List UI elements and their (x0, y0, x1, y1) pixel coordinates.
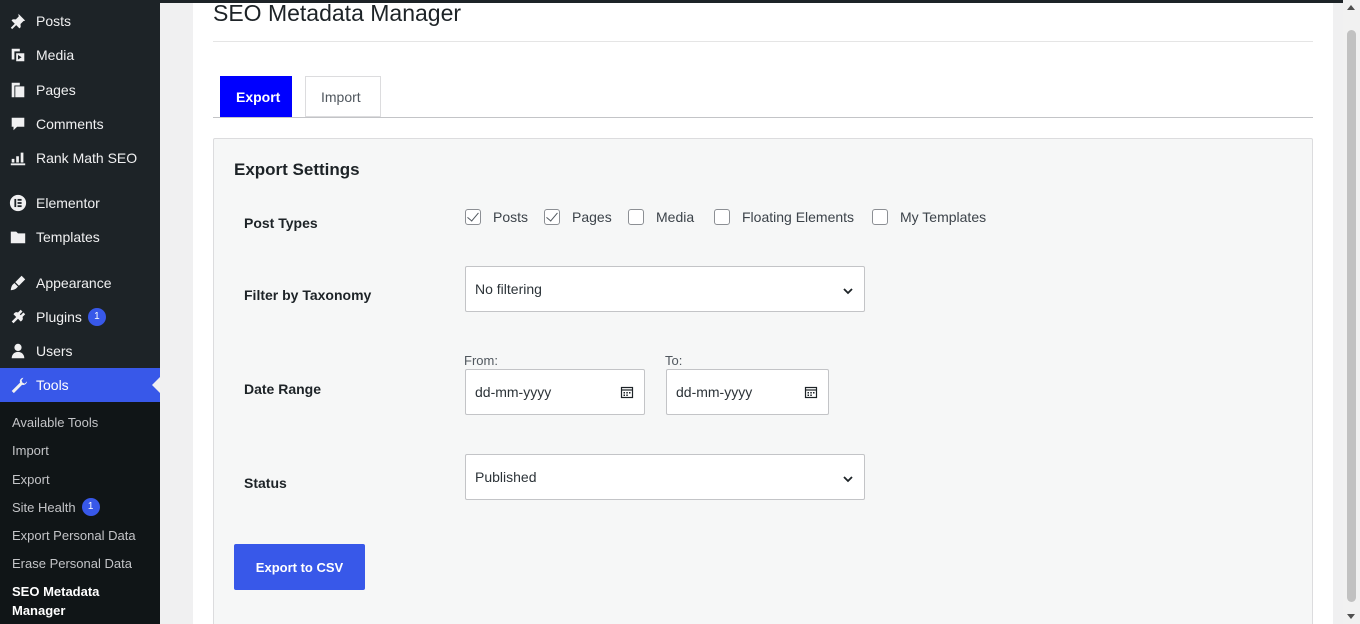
calendar-icon[interactable] (620, 385, 634, 399)
checkbox-posts[interactable]: Posts (465, 209, 528, 225)
sidebar-item-label: Appearance (36, 275, 112, 291)
submenu-available-tools[interactable]: Available Tools (12, 415, 98, 430)
export-to-csv-button[interactable]: Export to CSV (234, 544, 365, 590)
elementor-icon (8, 193, 28, 213)
plugins-count-badge: 1 (87, 308, 106, 326)
taxonomy-label: Filter by Taxonomy (244, 287, 372, 303)
chevron-down-icon (842, 284, 854, 296)
window-scrollbar[interactable] (1343, 0, 1360, 624)
sidebar-item-label: Elementor (36, 195, 100, 211)
checkbox-pages[interactable]: Pages (544, 209, 612, 225)
status-label: Status (244, 475, 287, 491)
scroll-down-arrow-icon[interactable] (1347, 614, 1355, 619)
taxonomy-value: No filtering (475, 281, 542, 297)
sidebar-item-label: Plugins (36, 309, 82, 325)
panel-title: Export Settings (234, 160, 360, 179)
submenu-export[interactable]: Export (12, 472, 50, 487)
submenu-seo-metadata-manager[interactable]: SEO Metadata Manager (12, 582, 142, 620)
top-border (0, 0, 1343, 3)
date-from-placeholder: dd-mm-yyyy (475, 384, 552, 400)
checkbox-box[interactable] (714, 209, 730, 225)
scroll-thumb[interactable] (1347, 30, 1356, 602)
post-types-label: Post Types (244, 215, 318, 231)
sidebar-item-label: Tools (36, 377, 69, 393)
page-title: SEO Metadata Manager (213, 0, 462, 26)
submenu-erase-personal-data[interactable]: Erase Personal Data (12, 556, 132, 571)
date-to-input[interactable]: dd-mm-yyyy (666, 369, 829, 415)
plugin-icon (8, 307, 28, 327)
sidebar-item-label: Media (36, 47, 75, 63)
submenu-site-health[interactable]: Site Health 1 (12, 498, 100, 516)
status-select[interactable]: Published (465, 454, 865, 500)
checkbox-label: Media (656, 209, 695, 225)
sidebar-item-label: Templates (36, 229, 100, 245)
sidebar-item-label: Users (36, 343, 73, 359)
checkbox-media[interactable]: Media (628, 209, 694, 225)
calendar-icon[interactable] (804, 385, 818, 399)
folder-icon (8, 227, 28, 247)
divider (213, 41, 1313, 42)
user-icon (8, 341, 28, 361)
tab-import[interactable]: Import (305, 76, 381, 117)
checkbox-label: Pages (572, 209, 612, 225)
sidebar-item-plugins[interactable]: Plugins 1 (0, 300, 160, 334)
checkbox-my-templates[interactable]: My Templates (872, 209, 986, 225)
main-content: SEO Metadata Manager Export Import Expor… (193, 0, 1333, 624)
pages-icon (8, 80, 28, 100)
admin-sidebar: Posts Media Pages Comments Rank Math SEO… (0, 0, 160, 624)
tab-export[interactable]: Export (220, 76, 292, 117)
sidebar-item-elementor[interactable]: Elementor (0, 186, 160, 220)
pin-icon (8, 11, 28, 31)
to-label: To: (665, 353, 683, 368)
submenu-import[interactable]: Import (12, 443, 49, 458)
wrench-icon (8, 375, 28, 395)
checkbox-label: Floating Elements (742, 209, 855, 225)
sidebar-item-label: Comments (36, 116, 104, 132)
checkbox-box[interactable] (872, 209, 888, 225)
checkbox-box[interactable] (544, 209, 560, 225)
taxonomy-select[interactable]: No filtering (465, 266, 865, 312)
checkbox-label: Posts (493, 209, 529, 225)
date-range-label: Date Range (244, 381, 322, 397)
sidebar-item-label: Rank Math SEO (36, 150, 138, 166)
sidebar-item-pages[interactable]: Pages (0, 73, 160, 107)
checkbox-box[interactable] (465, 209, 481, 225)
sidebar-item-tools[interactable]: Tools (0, 368, 160, 402)
checkbox-floating-elements[interactable]: Floating Elements (714, 209, 854, 225)
sidebar-item-posts[interactable]: Posts (0, 4, 160, 38)
sidebar-item-label: Posts (36, 13, 72, 29)
site-health-badge: 1 (81, 498, 100, 516)
brush-icon (8, 273, 28, 293)
tabs-divider (213, 117, 1313, 118)
submenu-export-personal-data[interactable]: Export Personal Data (12, 528, 136, 543)
status-value: Published (475, 469, 537, 485)
sidebar-item-label: Pages (36, 82, 76, 98)
export-settings-panel: Export Settings Post Types Posts Pages M… (213, 138, 1313, 624)
sidebar-item-comments[interactable]: Comments (0, 107, 160, 141)
chart-icon (8, 148, 28, 168)
media-icon (8, 45, 28, 65)
submenu-label: Site Health (12, 499, 76, 515)
date-to-placeholder: dd-mm-yyyy (676, 384, 753, 400)
tools-submenu: Available Tools Import Export Site Healt… (0, 402, 160, 624)
sidebar-item-appearance[interactable]: Appearance (0, 266, 160, 300)
comment-icon (8, 114, 28, 134)
sidebar-item-rank-math[interactable]: Rank Math SEO (0, 141, 160, 175)
from-label: From: (464, 353, 498, 368)
sidebar-item-media[interactable]: Media (0, 38, 160, 72)
scroll-up-arrow-icon[interactable] (1347, 5, 1355, 10)
checkbox-box[interactable] (628, 209, 644, 225)
checkbox-label: My Templates (900, 209, 987, 225)
sidebar-item-templates[interactable]: Templates (0, 220, 160, 254)
date-from-input[interactable]: dd-mm-yyyy (465, 369, 645, 415)
chevron-down-icon (842, 472, 854, 484)
sidebar-item-users[interactable]: Users (0, 334, 160, 368)
